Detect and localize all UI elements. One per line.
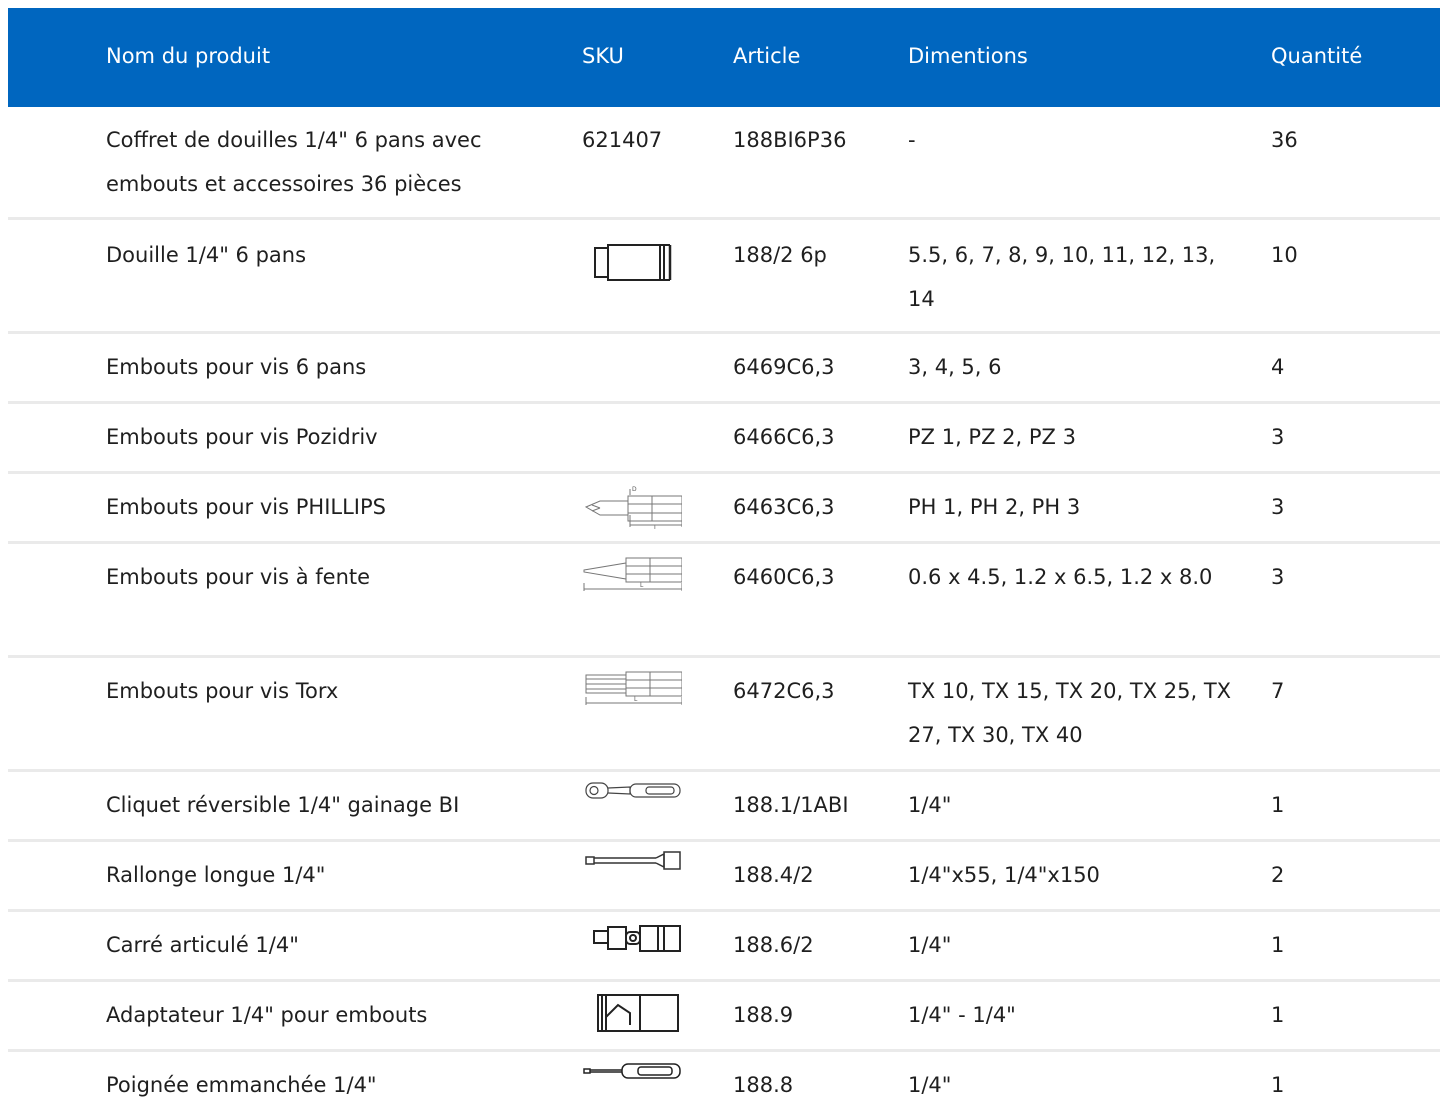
product-name: Rallonge longue 1/4" bbox=[106, 863, 326, 887]
product-dimensions: TX 10, TX 15, TX 20, TX 25, TX 27, TX 30… bbox=[908, 679, 1232, 747]
table-row: Embouts pour vis Torx L 6472C6,3 TX 10, … bbox=[8, 658, 1440, 772]
bit-adapter-icon bbox=[582, 991, 682, 1035]
product-article: 188.4/2 bbox=[733, 863, 814, 887]
product-article: 188/2 6p bbox=[733, 243, 827, 267]
slotted-bit-icon: L bbox=[582, 553, 682, 593]
table-row: Coffret de douilles 1/4" 6 pans avec emb… bbox=[8, 107, 1440, 220]
product-name: Coffret de douilles 1/4" 6 pans avec emb… bbox=[106, 128, 482, 196]
table-row: Cliquet réversible 1/4" gainage BI 188.1… bbox=[8, 772, 1440, 842]
header-sku: SKU bbox=[582, 44, 624, 68]
product-dimensions: 0.6 x 4.5, 1.2 x 6.5, 1.2 x 8.0 bbox=[908, 565, 1213, 589]
universal-joint-icon bbox=[582, 922, 682, 956]
product-quantity: 3 bbox=[1271, 495, 1285, 519]
product-quantity: 36 bbox=[1271, 128, 1298, 152]
product-quantity: 3 bbox=[1271, 425, 1285, 449]
product-quantity: 1 bbox=[1271, 933, 1285, 957]
svg-text:L: L bbox=[654, 525, 658, 529]
svg-text:L: L bbox=[634, 696, 638, 703]
product-article: 6472C6,3 bbox=[733, 679, 835, 703]
product-dimensions: PH 1, PH 2, PH 3 bbox=[908, 495, 1081, 519]
product-sku: 621407 bbox=[582, 128, 663, 152]
product-quantity: 4 bbox=[1271, 355, 1285, 379]
product-quantity: 3 bbox=[1271, 565, 1285, 589]
product-name: Embouts pour vis Torx bbox=[106, 679, 339, 703]
table-row: Rallonge longue 1/4" 188.4/2 1/4"x55, 1/… bbox=[8, 842, 1440, 912]
product-quantity: 2 bbox=[1271, 863, 1285, 887]
svg-text:L: L bbox=[640, 582, 644, 589]
product-article: 6460C6,3 bbox=[733, 565, 835, 589]
ratchet-icon bbox=[582, 780, 682, 804]
product-name: Adaptateur 1/4" pour embouts bbox=[106, 1003, 428, 1027]
header-dimensions: Dimentions bbox=[908, 44, 1028, 68]
product-name: Embouts pour vis à fente bbox=[106, 565, 371, 589]
torx-bit-icon: L bbox=[582, 667, 682, 707]
table-header: Nom du produit SKU Article Dimentions Qu… bbox=[8, 8, 1440, 107]
product-quantity: 10 bbox=[1271, 243, 1298, 267]
product-dimensions: 1/4" bbox=[908, 933, 952, 957]
product-article: 188.9 bbox=[733, 1003, 794, 1027]
product-article: 188.1/1ABI bbox=[733, 793, 849, 817]
table-body: Coffret de douilles 1/4" 6 pans avec emb… bbox=[8, 107, 1440, 1119]
product-name: Carré articulé 1/4" bbox=[106, 933, 299, 957]
socket-icon bbox=[582, 240, 678, 284]
product-dimensions: 5.5, 6, 7, 8, 9, 10, 11, 12, 13, 14 bbox=[908, 243, 1216, 311]
product-table: Nom du produit SKU Article Dimentions Qu… bbox=[8, 8, 1440, 1119]
spinner-handle-icon bbox=[582, 1060, 682, 1082]
table-row: Embouts pour vis 6 pans 6469C6,3 3, 4, 5… bbox=[8, 334, 1440, 404]
extension-bar-icon bbox=[582, 850, 682, 874]
phillips-bit-icon: D L bbox=[582, 483, 682, 529]
product-article: 188.8 bbox=[733, 1073, 794, 1097]
product-article: 188.6/2 bbox=[733, 933, 814, 957]
product-quantity: 1 bbox=[1271, 1073, 1285, 1097]
product-quantity: 7 bbox=[1271, 679, 1285, 703]
product-dimensions: 1/4" bbox=[908, 1073, 952, 1097]
table-row: Carré articulé 1/4" 188.6/2 1/4" 1 bbox=[8, 912, 1440, 982]
product-name: Poignée emmanchée 1/4" bbox=[106, 1073, 377, 1097]
product-dimensions: 1/4" - 1/4" bbox=[908, 1003, 1016, 1027]
table-row: Douille 1/4" 6 pans 188/2 6p 5.5, 6, 7, … bbox=[8, 220, 1440, 334]
product-dimensions: PZ 1, PZ 2, PZ 3 bbox=[908, 425, 1076, 449]
product-name: Embouts pour vis 6 pans bbox=[106, 355, 367, 379]
product-name: Embouts pour vis Pozidriv bbox=[106, 425, 378, 449]
table-row: Poignée emmanchée 1/4" 188.8 1/4" 1 bbox=[8, 1052, 1440, 1119]
header-article: Article bbox=[733, 44, 801, 68]
header-quantity: Quantité bbox=[1271, 44, 1363, 68]
product-dimensions: 1/4" bbox=[908, 793, 952, 817]
product-article: 188BI6P36 bbox=[733, 128, 847, 152]
product-dimensions: - bbox=[908, 128, 916, 152]
product-quantity: 1 bbox=[1271, 793, 1285, 817]
table-row: Embouts pour vis Pozidriv 6466C6,3 PZ 1,… bbox=[8, 404, 1440, 474]
svg-text:D: D bbox=[632, 486, 637, 493]
product-quantity: 1 bbox=[1271, 1003, 1285, 1027]
table-row: Embouts pour vis PHILLIPS D L 6463C6,3 P… bbox=[8, 474, 1440, 544]
table-row: Adaptateur 1/4" pour embouts 188.9 1/4" … bbox=[8, 982, 1440, 1052]
table-row: Embouts pour vis à fente L 6460C6,3 0.6 … bbox=[8, 544, 1440, 658]
product-name: Embouts pour vis PHILLIPS bbox=[106, 495, 386, 519]
product-article: 6466C6,3 bbox=[733, 425, 835, 449]
product-article: 6469C6,3 bbox=[733, 355, 835, 379]
product-article: 6463C6,3 bbox=[733, 495, 835, 519]
header-name: Nom du produit bbox=[106, 44, 271, 68]
product-name: Douille 1/4" 6 pans bbox=[106, 243, 307, 267]
product-dimensions: 3, 4, 5, 6 bbox=[908, 355, 1002, 379]
product-name: Cliquet réversible 1/4" gainage BI bbox=[106, 793, 460, 817]
product-dimensions: 1/4"x55, 1/4"x150 bbox=[908, 863, 1100, 887]
